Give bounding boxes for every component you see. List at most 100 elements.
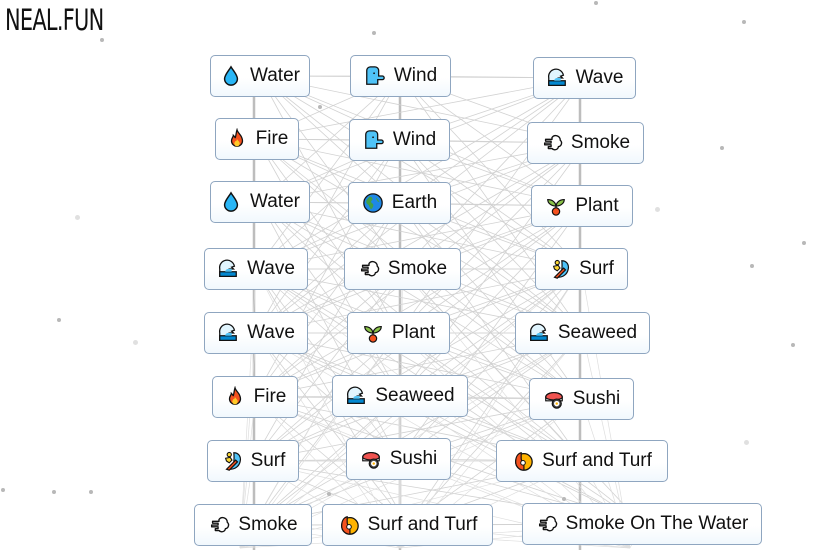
element-label: Wave (575, 67, 624, 88)
connection-line (259, 75, 403, 270)
element-card-plant[interactable]: Plant (347, 312, 450, 354)
wave-icon (217, 322, 239, 344)
element-label: Plant (391, 322, 436, 343)
connection-line (254, 205, 583, 398)
sushi-icon (360, 448, 382, 470)
seedling-icon (362, 322, 384, 344)
connection-line (254, 202, 400, 398)
connection-line (255, 142, 586, 334)
element-label: Seaweed (557, 322, 638, 343)
connection-line (252, 332, 399, 526)
element-label: Sushi (572, 388, 621, 409)
smoke-puff-icon (541, 132, 563, 154)
background-dot (327, 492, 331, 496)
shrimp-icon (338, 514, 360, 536)
element-label: Smoke (570, 132, 631, 153)
connection-line (398, 332, 643, 525)
connection-line (252, 332, 583, 526)
background-dot (562, 497, 566, 501)
element-label: Smoke (238, 514, 298, 535)
connection-line (255, 332, 408, 526)
background-dot (57, 318, 61, 322)
element-card-fire[interactable]: Fire (212, 376, 298, 418)
smoke-puff-icon (358, 258, 380, 280)
connection-line (255, 75, 401, 270)
element-card-plant[interactable]: Plant (531, 185, 633, 227)
fire-icon (224, 386, 246, 408)
element-label: Plant (575, 195, 619, 216)
element-card-surf[interactable]: Surf (535, 248, 628, 290)
element-label: Earth (391, 192, 438, 213)
element-label: Seaweed (375, 385, 455, 406)
connection-line (259, 201, 401, 397)
connection-line (255, 268, 583, 462)
background-dot (52, 490, 56, 494)
element-label: Fire (253, 386, 287, 407)
connection-line (400, 75, 582, 270)
smoke-puff-icon (208, 514, 230, 536)
background-dot (802, 241, 806, 245)
connection-line (402, 268, 583, 462)
connection-line (255, 139, 400, 334)
background-dot (720, 146, 724, 150)
wind-face-icon (363, 129, 385, 151)
surfer-icon (221, 450, 243, 472)
background-dot (372, 31, 376, 35)
element-label: Water (250, 191, 300, 212)
element-label: Wave (247, 258, 295, 279)
element-label: Surf and Turf (542, 450, 652, 471)
element-card-wave[interactable]: Wave (204, 312, 308, 354)
background-dot (89, 490, 93, 494)
element-label: Wind (393, 65, 438, 86)
element-card-sushi[interactable]: Sushi (529, 378, 634, 420)
connection-line (398, 268, 582, 460)
element-label: Surf (250, 450, 286, 471)
water-drop-icon (220, 65, 242, 87)
globe-icon (362, 192, 384, 214)
wave-icon (217, 258, 239, 280)
shrimp-icon (512, 450, 534, 472)
element-card-fire[interactable]: Fire (215, 118, 299, 160)
element-label: Smoke On The Water (565, 513, 749, 534)
connection-line (259, 75, 582, 270)
fire-icon (226, 128, 248, 150)
connection-line (252, 268, 403, 462)
water-drop-icon (220, 191, 242, 213)
element-card-smoke[interactable]: Smoke (527, 122, 644, 164)
element-card-surf-and-turf[interactable]: Surf and Turf (496, 440, 668, 482)
seedling-icon (545, 195, 567, 217)
element-card-seaweed[interactable]: Seaweed (515, 312, 650, 354)
background-dot (318, 105, 322, 109)
connection-line (256, 138, 583, 334)
element-card-smoke[interactable]: Smoke (344, 248, 461, 290)
element-label: Water (250, 65, 300, 86)
element-card-smoke-on-the-water[interactable]: Smoke On The Water (522, 503, 762, 545)
element-card-water[interactable]: Water (210, 55, 310, 97)
element-card-wind[interactable]: Wind (349, 119, 450, 161)
connection-line (398, 142, 586, 334)
neal-fun-logo[interactable]: NEAL.FUN (5, 2, 104, 38)
connection-line (399, 205, 583, 397)
element-card-wind[interactable]: Wind (350, 55, 451, 97)
element-label: Fire (255, 128, 289, 149)
element-card-smoke[interactable]: Smoke (194, 504, 312, 546)
element-card-wave[interactable]: Wave (204, 248, 308, 290)
connection-line (399, 139, 583, 334)
background-dot (742, 20, 746, 24)
element-card-wave[interactable]: Wave (533, 57, 636, 99)
surfer-icon (549, 258, 571, 280)
element-card-surf-and-turf[interactable]: Surf and Turf (322, 504, 493, 546)
element-card-water[interactable]: Water (210, 181, 310, 223)
element-card-surf[interactable]: Surf (207, 440, 299, 482)
element-card-sushi[interactable]: Sushi (346, 438, 451, 480)
background-dot (100, 38, 104, 42)
connection-line (255, 332, 643, 525)
background-dot (594, 1, 598, 5)
connection-line (256, 138, 399, 334)
element-card-seaweed[interactable]: Seaweed (332, 375, 468, 417)
element-label: Surf (579, 258, 614, 279)
background-dot (1, 488, 5, 492)
connection-line (259, 201, 582, 400)
element-label: Sushi (389, 448, 438, 469)
element-card-earth[interactable]: Earth (348, 182, 451, 224)
